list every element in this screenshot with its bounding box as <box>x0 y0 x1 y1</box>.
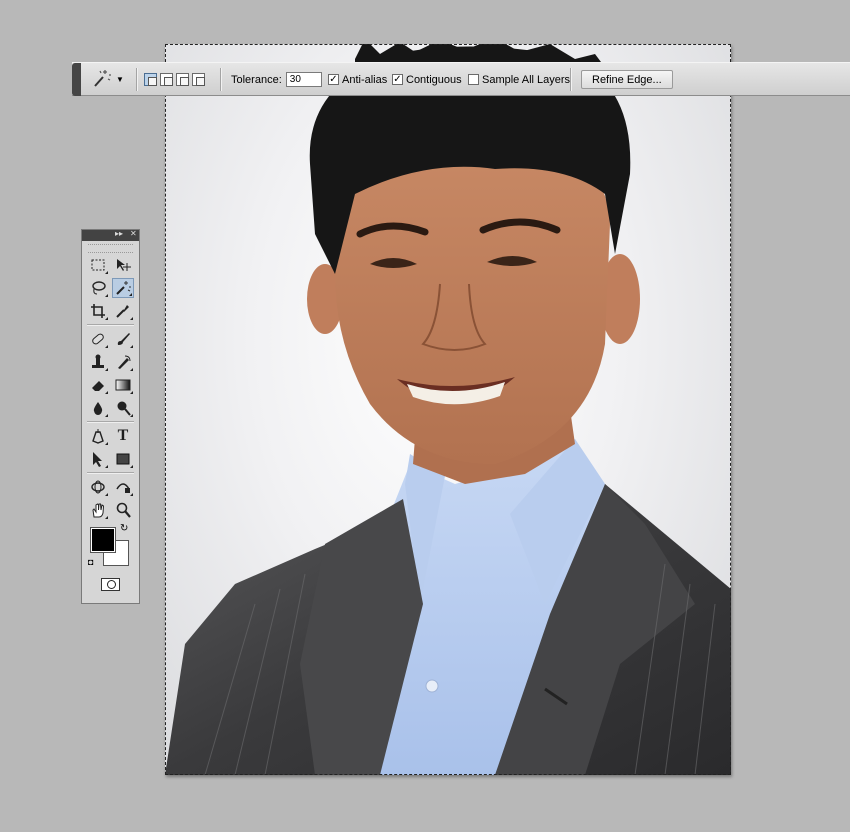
foreground-color-swatch[interactable] <box>90 527 116 553</box>
sample-all-layers-checkbox[interactable]: Sample All Layers <box>468 63 570 96</box>
intersect-with-selection-button[interactable] <box>192 73 205 86</box>
contiguous-check-icon: ✓ <box>392 73 403 85</box>
anti-alias-check-icon: ✓ <box>328 73 339 85</box>
document-canvas[interactable] <box>165 44 731 775</box>
portrait-photo <box>165 44 731 775</box>
sample-all-layers-label: Sample All Layers <box>482 73 571 86</box>
move-icon[interactable] <box>112 255 134 275</box>
close-icon[interactable]: ✕ <box>130 229 137 238</box>
tool-preset-picker[interactable]: ▼ <box>92 63 124 96</box>
add-to-selection-button[interactable] <box>160 73 173 86</box>
collapse-panel-icon[interactable]: ▸▸ <box>115 229 123 238</box>
magic-wand-icon <box>92 68 112 91</box>
options-bar: ▼ Tolerance: 30 ✓ Anti-alias ✓ Contiguou… <box>72 62 850 96</box>
magic-wand-tool-icon[interactable] <box>112 278 134 298</box>
hand-icon[interactable] <box>87 500 109 520</box>
brush-icon[interactable] <box>112 329 134 349</box>
chevron-down-icon: ▼ <box>116 75 124 84</box>
history-brush-icon[interactable] <box>112 352 134 372</box>
anti-alias-label: Anti-alias <box>342 73 388 86</box>
tools-panel-titlebar[interactable]: ▸▸ ✕ <box>82 229 139 241</box>
gradient-icon[interactable] <box>112 375 134 395</box>
contiguous-label: Contiguous <box>406 73 462 86</box>
quick-mask-icon[interactable] <box>101 578 120 591</box>
type-icon[interactable]: T <box>112 426 134 446</box>
pen-icon[interactable] <box>87 426 109 446</box>
tools-panel: ▸▸ ✕ T ↻ ◘ <box>81 229 140 604</box>
3d-orbit-icon[interactable] <box>112 477 134 497</box>
dodge-icon[interactable] <box>112 398 134 418</box>
3d-rotate-icon[interactable] <box>87 477 109 497</box>
spot-healing-icon[interactable] <box>87 329 109 349</box>
contiguous-checkbox[interactable]: ✓ Contiguous <box>392 63 462 96</box>
path-selection-icon[interactable] <box>87 449 109 469</box>
sample-all-layers-box <box>468 74 479 85</box>
options-bar-grip[interactable] <box>72 63 81 96</box>
refine-edge-button[interactable]: Refine Edge... <box>581 70 673 89</box>
tolerance-label: Tolerance: <box>231 73 282 86</box>
clone-stamp-icon[interactable] <box>87 352 109 372</box>
eraser-icon[interactable] <box>87 375 109 395</box>
tolerance-input[interactable]: 30 <box>285 72 322 87</box>
tools-panel-grip[interactable] <box>88 244 133 253</box>
eyedropper-icon[interactable] <box>112 301 134 321</box>
swap-colors-icon[interactable]: ↻ <box>120 523 128 534</box>
subtract-from-selection-button[interactable] <box>176 73 189 86</box>
new-selection-button[interactable] <box>144 73 157 86</box>
rectangular-marquee-icon[interactable] <box>87 255 109 275</box>
rectangle-shape-icon[interactable] <box>112 449 134 469</box>
default-colors-icon[interactable]: ◘ <box>88 557 93 567</box>
selection-mode-group <box>144 63 208 96</box>
crop-icon[interactable] <box>87 301 109 321</box>
blur-icon[interactable] <box>87 398 109 418</box>
anti-alias-checkbox[interactable]: ✓ Anti-alias <box>328 63 387 96</box>
lasso-icon[interactable] <box>87 278 109 298</box>
zoom-icon[interactable] <box>112 500 134 520</box>
